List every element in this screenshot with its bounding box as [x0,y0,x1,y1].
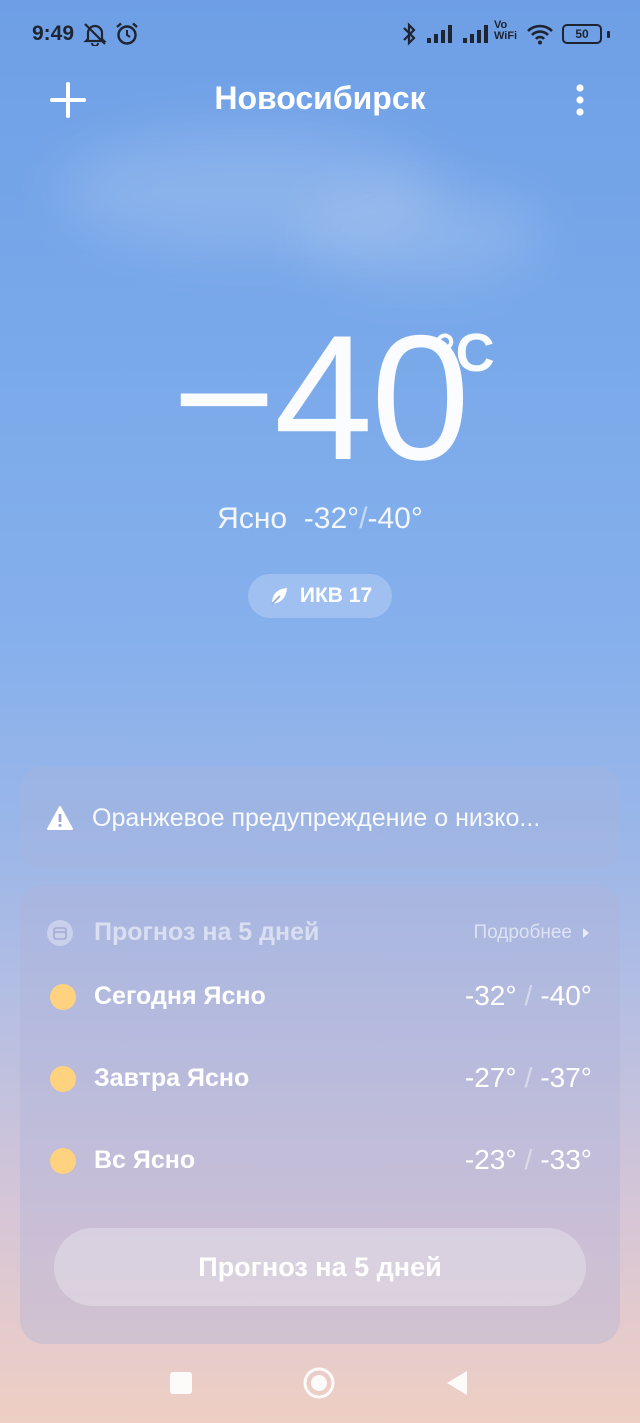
forecast-row[interactable]: Завтра Ясно -27° / -37° [20,1054,620,1104]
current-condition-line: Ясно -32°/-40° [217,502,423,535]
forecast-day-label: Завтра Ясно [94,1064,250,1092]
more-options-button[interactable] [560,78,600,122]
forecast-day-label: Вс Ясно [94,1146,196,1174]
sunny-icon [50,1148,76,1174]
forecast-more-link[interactable]: Подробнее [473,922,590,944]
forecast-card: Прогноз на 5 дней Подробнее Сегодня Ясно… [20,884,620,1344]
bluetooth-icon [400,22,418,51]
battery-level: 50 [562,24,602,44]
calendar-icon [47,920,73,946]
wifi-icon [526,22,554,51]
forecast-row[interactable]: Сегодня Ясно -32° / -40° [20,972,620,1022]
forecast-header: Прогноз на 5 дней Подробнее [20,914,620,954]
temperature-unit: °C [434,323,495,383]
current-temperature: −40 [172,298,470,497]
forecast-row[interactable]: Вс Ясно -23° / -33° [20,1136,620,1186]
recent-apps-button[interactable] [168,1370,194,1401]
signal-strength-icon [462,22,492,51]
chevron-right-icon [583,928,589,938]
square-icon [170,1372,192,1394]
alarm-icon [114,22,140,51]
warning-text: Оранжевое предупреждение о низко... [92,803,541,832]
forecast-temps: -23° / -33° [464,1144,592,1175]
aqi-badge[interactable]: ИКВ 17 [248,574,392,618]
condition-text: Ясно [217,502,288,535]
forecast-day-label: Сегодня Ясно [94,982,266,1010]
sunny-icon [50,984,76,1010]
system-navigation-bar [0,1360,640,1410]
status-bar: 9:49 Vo WiFi 50 [0,0,640,70]
five-day-forecast-button[interactable]: Прогноз на 5 дней [54,1228,586,1306]
back-triangle-icon [447,1371,467,1395]
back-button[interactable] [444,1368,470,1403]
vowifi-indicator: Vo WiFi [494,19,518,42]
cloud-decoration [300,190,540,280]
city-name: Новосибирск [214,80,426,116]
warning-icon [47,806,73,830]
status-time: 9:49 [32,22,75,45]
more-vertical-icon [576,84,584,116]
aqi-label: ИКВ 17 [299,584,373,607]
signal-strength-icon [426,22,456,51]
forecast-title: Прогноз на 5 дней [94,918,320,946]
mute-notifications-icon [82,22,108,51]
leaf-icon [271,588,287,605]
low-temp: -40° [367,502,423,535]
circle-icon [303,1367,335,1399]
app-header: Новосибирск [0,70,640,130]
forecast-temps: -32° / -40° [464,980,592,1011]
battery-icon: 50 [562,24,611,44]
high-temp: -32° [303,502,360,535]
weather-warning-card[interactable]: Оранжевое предупреждение о низко... [20,766,620,870]
forecast-temps: -27° / -37° [464,1062,592,1093]
sunny-icon [50,1066,76,1092]
home-button[interactable] [302,1366,336,1405]
